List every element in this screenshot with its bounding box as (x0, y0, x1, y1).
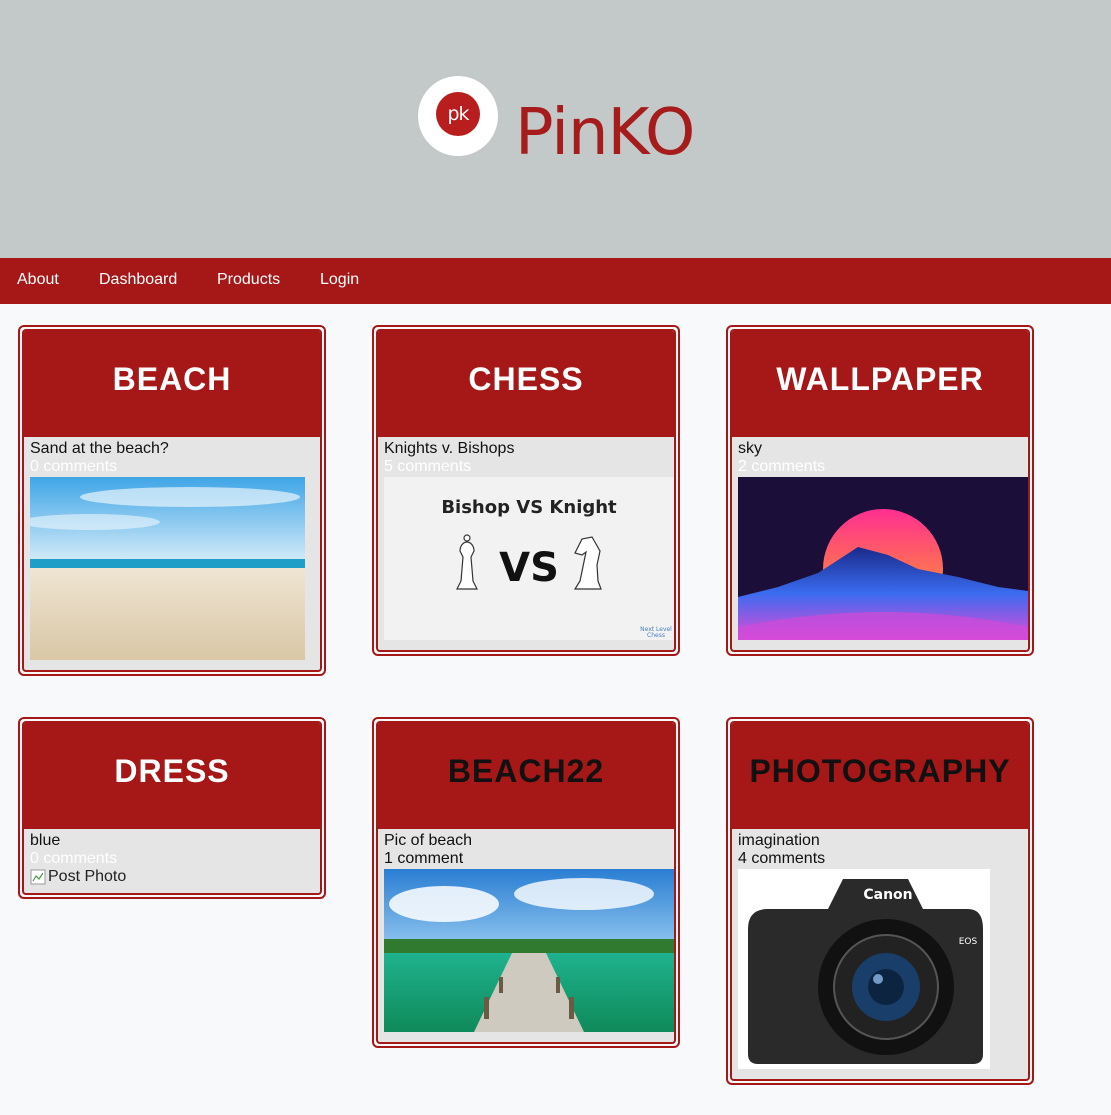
card-title[interactable]: PHOTOGRAPHY (732, 723, 1028, 829)
post-card-chess[interactable]: CHESS Knights v. Bishops 5 comments Bish… (372, 325, 680, 656)
comment-count[interactable]: 2 comments (738, 458, 1022, 476)
card-description: imagination (738, 832, 820, 849)
chess-image-headline: Bishop VS Knight (441, 497, 617, 518)
nav-products[interactable]: Products (217, 271, 280, 289)
canon-camera-photo[interactable]: Canon EOS (738, 869, 990, 1069)
main-navbar: About Dashboard Products Login (0, 258, 1111, 304)
card-title[interactable]: BEACH22 (378, 723, 674, 829)
card-title[interactable]: BEACH (24, 331, 320, 437)
logo-icon[interactable]: pk (418, 76, 498, 156)
tropical-pier-photo[interactable] (384, 869, 674, 1032)
card-description: Pic of beach (384, 832, 473, 849)
card-title[interactable]: CHESS (378, 331, 674, 437)
chess-image-credit: Chess (647, 632, 665, 639)
nav-dashboard[interactable]: Dashboard (99, 271, 177, 289)
comment-count[interactable]: 0 comments (30, 850, 314, 868)
nav-about[interactable]: About (17, 271, 59, 289)
nav-login[interactable]: Login (320, 271, 359, 289)
post-card-wallpaper[interactable]: WALLPAPER sky 2 comments (726, 325, 1034, 656)
broken-image[interactable]: Post Photo (30, 868, 314, 886)
card-description: Sand at the beach? (30, 440, 169, 457)
camera-brand: Canon (863, 887, 912, 903)
card-description: blue (30, 832, 61, 849)
post-card-beach[interactable]: BEACH Sand at the beach? 0 comments (18, 325, 326, 676)
post-card-dress[interactable]: DRESS blue 0 comments Post Photo (18, 717, 326, 899)
post-card-beach22[interactable]: BEACH22 Pic of beach 1 comment (372, 717, 680, 1048)
comment-count[interactable]: 0 comments (30, 458, 314, 476)
image-alt-text: Post Photo (48, 868, 127, 885)
chess-photo[interactable]: Bishop VS Knight VS Next Level Chess (384, 477, 674, 640)
beach-sand-photo[interactable] (30, 477, 305, 660)
comment-count[interactable]: 1 comment (384, 850, 668, 868)
site-header: pk PinKO (0, 0, 1111, 258)
comment-count[interactable]: 4 comments (738, 850, 1022, 868)
comment-count[interactable]: 5 comments (384, 458, 668, 476)
broken-image-icon (30, 869, 46, 885)
card-description: sky (738, 440, 762, 457)
card-description: Knights v. Bishops (384, 440, 515, 457)
post-card-photography[interactable]: PHOTOGRAPHY imagination 4 comments Canon… (726, 717, 1034, 1085)
card-title[interactable]: WALLPAPER (732, 331, 1028, 437)
brand-name[interactable]: PinKO (515, 96, 695, 170)
camera-model: EOS (959, 937, 978, 947)
logo-initials: pk (447, 103, 469, 125)
synthwave-wallpaper-photo[interactable] (738, 477, 1028, 640)
chess-image-vs: VS (499, 545, 559, 591)
card-title[interactable]: DRESS (24, 723, 320, 829)
